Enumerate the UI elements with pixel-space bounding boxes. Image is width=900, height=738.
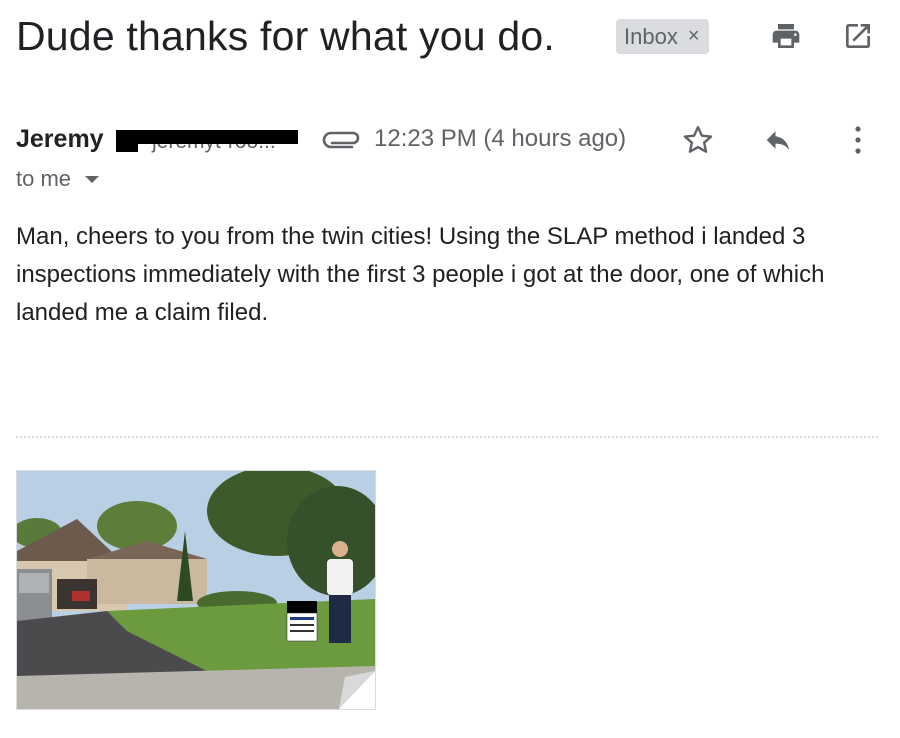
reply-icon[interactable]	[758, 120, 798, 160]
sender-name[interactable]: Jeremy	[16, 125, 104, 154]
more-vertical-icon[interactable]	[838, 120, 878, 160]
open-in-new-window-icon[interactable]	[838, 16, 878, 56]
print-icon[interactable]	[766, 16, 806, 56]
inbox-label-chip[interactable]: Inbox ×	[616, 19, 709, 54]
remove-label-icon[interactable]: ×	[688, 25, 700, 48]
chevron-down-icon[interactable]	[85, 175, 100, 183]
email-body: Man, cheers to you from the twin cities!…	[16, 223, 825, 326]
sender-email: jeremyt-roo...	[116, 126, 298, 156]
star-icon[interactable]	[678, 120, 718, 160]
recipients-toggle[interactable]: to me	[16, 166, 100, 192]
image-attachment-thumbnail[interactable]	[16, 470, 376, 710]
attachment-divider	[16, 436, 878, 438]
label-text: Inbox	[624, 23, 678, 49]
recipients-text: to me	[16, 166, 72, 191]
redaction-bar	[116, 130, 298, 144]
email-subject: Dude thanks for what you do.	[16, 13, 555, 59]
email-timestamp: 12:23 PM (4 hours ago)	[374, 125, 627, 152]
paperclip-icon	[322, 125, 362, 153]
attachment-photo	[17, 471, 375, 709]
